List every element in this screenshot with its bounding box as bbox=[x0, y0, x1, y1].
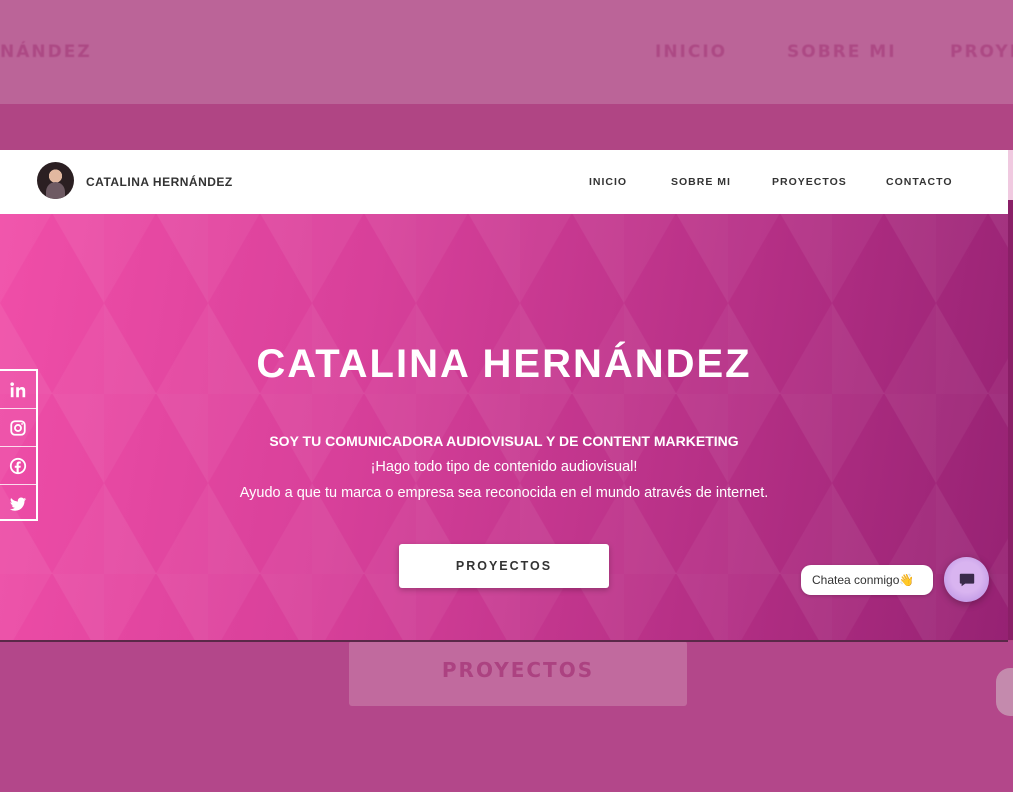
nav-inicio[interactable]: INICIO bbox=[589, 176, 627, 188]
linkedin-icon bbox=[10, 381, 26, 397]
background-proyectos-button: PROYECTOS bbox=[349, 641, 687, 706]
twitter-icon bbox=[9, 497, 27, 511]
facebook-icon bbox=[9, 457, 27, 474]
brand-name[interactable]: CATALINA HERNÁNDEZ bbox=[86, 175, 233, 189]
avatar[interactable] bbox=[37, 162, 74, 199]
background-pill bbox=[996, 668, 1013, 716]
hero-line-1: ¡Hago todo tipo de contenido audiovisual… bbox=[370, 459, 638, 475]
site-header: CATALINA HERNÁNDEZ INICIO SOBRE MI PROYE… bbox=[0, 150, 1008, 214]
background-proyectos-label: PROYECTOS bbox=[441, 658, 595, 682]
facebook-link[interactable] bbox=[0, 447, 36, 485]
background-band bbox=[0, 104, 1013, 150]
linkedin-link[interactable] bbox=[0, 371, 36, 409]
background-brand: NÁNDEZ bbox=[0, 42, 92, 62]
nav-proyectos[interactable]: PROYECTOS bbox=[772, 176, 847, 188]
hero-line-2: Ayudo a que tu marca o empresa sea recon… bbox=[239, 485, 769, 501]
scrollbar-thumb[interactable] bbox=[1008, 150, 1013, 200]
chat-bubble[interactable]: Chatea conmigo👋 bbox=[801, 565, 933, 595]
background-nav-inicio: INICIO bbox=[655, 42, 728, 62]
proyectos-button[interactable]: PROYECTOS bbox=[399, 544, 609, 588]
hero-title: CATALINA HERNÁNDEZ bbox=[256, 342, 752, 386]
chat-button[interactable] bbox=[944, 557, 989, 602]
scrollbar-track[interactable] bbox=[1008, 150, 1013, 640]
background-nav-sobre-mi: SOBRE MI bbox=[787, 42, 897, 62]
twitter-link[interactable] bbox=[0, 485, 36, 522]
instagram-link[interactable] bbox=[0, 409, 36, 447]
background-nav-proyectos: PROYE bbox=[950, 42, 1013, 62]
hero-subtitle: SOY TU COMUNICADORA AUDIOVISUAL Y DE CON… bbox=[269, 433, 739, 449]
instagram-icon bbox=[10, 419, 26, 436]
social-sidebar bbox=[0, 369, 38, 521]
nav-sobre-mi[interactable]: SOBRE MI bbox=[671, 176, 731, 188]
chat-icon bbox=[959, 573, 974, 586]
nav-contacto[interactable]: CONTACTO bbox=[886, 176, 953, 188]
